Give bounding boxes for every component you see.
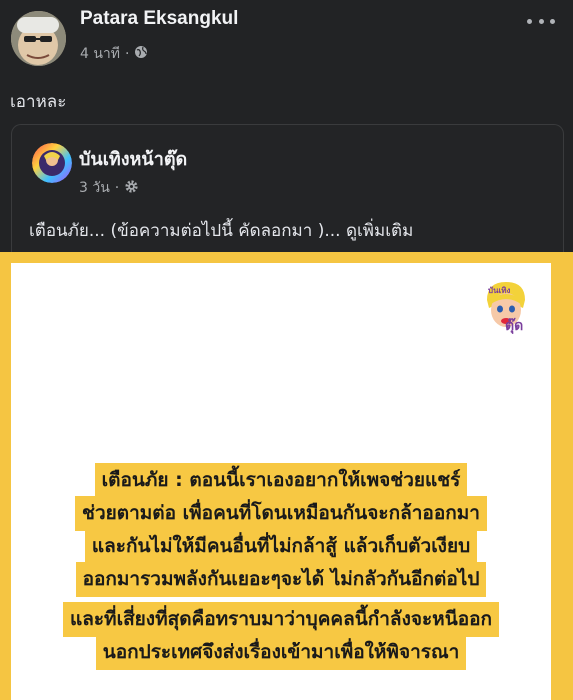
post-text: เอาหละ (10, 92, 67, 112)
warning-line: ช่วยตามต่อ เพื่อคนที่โดนเหมือนกันจะกล้าอ… (75, 496, 487, 531)
shared-meta-separator: · (114, 180, 120, 196)
shared-post-time[interactable]: 3 วัน (79, 177, 110, 199)
warning-line: นอกประเทศจึงส่งเรื่องเข้ามาเพื่อให้พิจาร… (95, 635, 467, 670)
post-image[interactable]: บันเทิง ตุ๊ด เตือนภัย : ตอนนี้เราเองอยาก… (0, 252, 573, 700)
page-avatar[interactable] (32, 143, 72, 183)
image-canvas: บันเทิง ตุ๊ด เตือนภัย : ตอนนี้เราเองอยาก… (11, 263, 551, 700)
globe-icon (134, 45, 148, 63)
warning-line: ออกมารวมพลังกันเยอะๆจะได้ ไม่กลัวกันอีกต… (75, 562, 487, 597)
warning-text-block-2: และที่เสี่ยงที่สุดคือทราบมาว่าบุคคลนี้กำ… (11, 601, 551, 670)
svg-text:บันเทิง: บันเทิง (488, 286, 511, 295)
shared-post-meta: 3 วัน · (79, 177, 139, 199)
author-name[interactable]: Patara Eksangkul (80, 8, 238, 30)
facebook-post: Patara Eksangkul 4 นาที · เอาหละ บันเทิง… (0, 0, 573, 700)
post-meta: 4 นาที · (80, 43, 148, 65)
page-name[interactable]: บันเทิงหน้าตุ๊ด (79, 144, 187, 173)
logo-label: ตุ๊ด (505, 318, 524, 334)
shared-post-body: เตือนภัย... (ข้อความต่อไปนี้ คัดลอกมา ).… (29, 221, 341, 241)
post-time[interactable]: 4 นาที (80, 43, 120, 65)
author-avatar[interactable] (11, 11, 66, 66)
see-more-link[interactable]: ดูเพิ่มเติม (346, 221, 413, 241)
warning-text-block: เตือนภัย : ตอนนี้เราเองอยากให้เพจช่วยแชร… (11, 462, 551, 597)
meta-separator: · (125, 46, 130, 62)
warning-line: และกันไม่ให้มีคนอื่นที่ไม่กล้าสู้ แล้วเก… (84, 529, 478, 564)
shared-post-text: เตือนภัย... (ข้อความต่อไปนี้ คัดลอกมา ).… (29, 217, 413, 244)
post-header: Patara Eksangkul 4 นาที · (0, 0, 573, 80)
page-logo: บันเทิง ตุ๊ด (479, 278, 533, 336)
more-options-icon[interactable] (527, 14, 555, 28)
gear-icon (124, 179, 139, 198)
warning-line: เตือนภัย : ตอนนี้เราเองอยากให้เพจช่วยแชร… (94, 463, 468, 498)
warning-line: และที่เสี่ยงที่สุดคือทราบมาว่าบุคคลนี้กำ… (62, 602, 500, 637)
